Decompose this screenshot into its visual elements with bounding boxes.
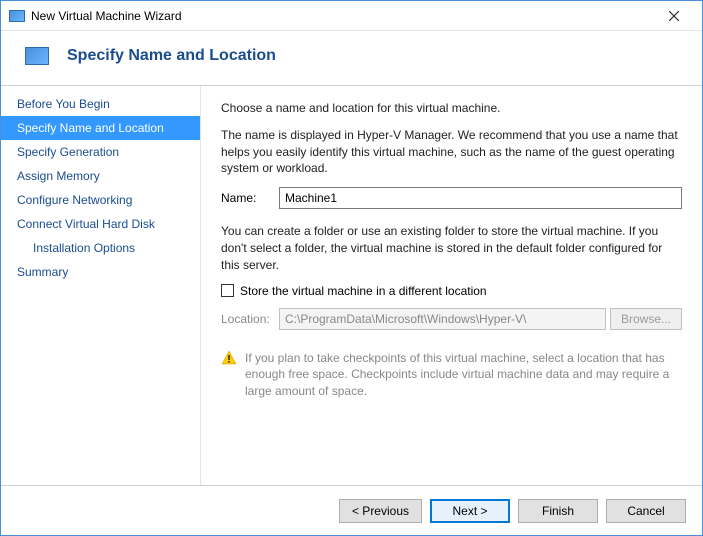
- main-panel: Choose a name and location for this virt…: [201, 86, 702, 485]
- step-specify-name-location[interactable]: Specify Name and Location: [1, 116, 200, 140]
- step-before-you-begin[interactable]: Before You Begin: [1, 92, 200, 116]
- wizard-steps-sidebar: Before You Begin Specify Name and Locati…: [1, 86, 201, 485]
- intro-text: Choose a name and location for this virt…: [221, 100, 682, 117]
- name-row: Name:: [221, 187, 682, 209]
- warning-row: If you plan to take checkpoints of this …: [221, 350, 682, 400]
- name-input[interactable]: [279, 187, 682, 209]
- warning-text: If you plan to take checkpoints of this …: [245, 350, 682, 400]
- folder-description: You can create a folder or use an existi…: [221, 223, 682, 273]
- wizard-window: New Virtual Machine Wizard Specify Name …: [0, 0, 703, 536]
- close-icon: [669, 11, 679, 21]
- cancel-button[interactable]: Cancel: [606, 499, 686, 523]
- vm-icon: [25, 47, 49, 65]
- step-summary[interactable]: Summary: [1, 260, 200, 284]
- step-connect-vhd[interactable]: Connect Virtual Hard Disk: [1, 212, 200, 236]
- titlebar: New Virtual Machine Wizard: [1, 1, 702, 31]
- app-icon: [9, 10, 25, 22]
- step-specify-generation[interactable]: Specify Generation: [1, 140, 200, 164]
- button-bar: < Previous Next > Finish Cancel: [1, 485, 702, 535]
- location-label: Location:: [221, 312, 275, 326]
- step-configure-networking[interactable]: Configure Networking: [1, 188, 200, 212]
- warning-icon: [221, 350, 237, 366]
- wizard-header: Specify Name and Location: [1, 31, 702, 85]
- previous-button[interactable]: < Previous: [339, 499, 422, 523]
- browse-button: Browse...: [610, 308, 682, 330]
- name-label: Name:: [221, 191, 275, 205]
- step-installation-options[interactable]: Installation Options: [1, 236, 200, 260]
- location-checkbox-row[interactable]: Store the virtual machine in a different…: [221, 284, 682, 298]
- location-row: Location: Browse...: [221, 308, 682, 330]
- next-button[interactable]: Next >: [430, 499, 510, 523]
- window-title: New Virtual Machine Wizard: [31, 9, 654, 23]
- checkbox-label: Store the virtual machine in a different…: [240, 284, 487, 298]
- finish-button[interactable]: Finish: [518, 499, 598, 523]
- step-assign-memory[interactable]: Assign Memory: [1, 164, 200, 188]
- page-title: Specify Name and Location: [67, 47, 276, 65]
- content-area: Before You Begin Specify Name and Locati…: [1, 85, 702, 485]
- description-text: The name is displayed in Hyper-V Manager…: [221, 127, 682, 177]
- location-input: [279, 308, 606, 330]
- close-button[interactable]: [654, 2, 694, 30]
- store-different-location-checkbox[interactable]: [221, 284, 234, 297]
